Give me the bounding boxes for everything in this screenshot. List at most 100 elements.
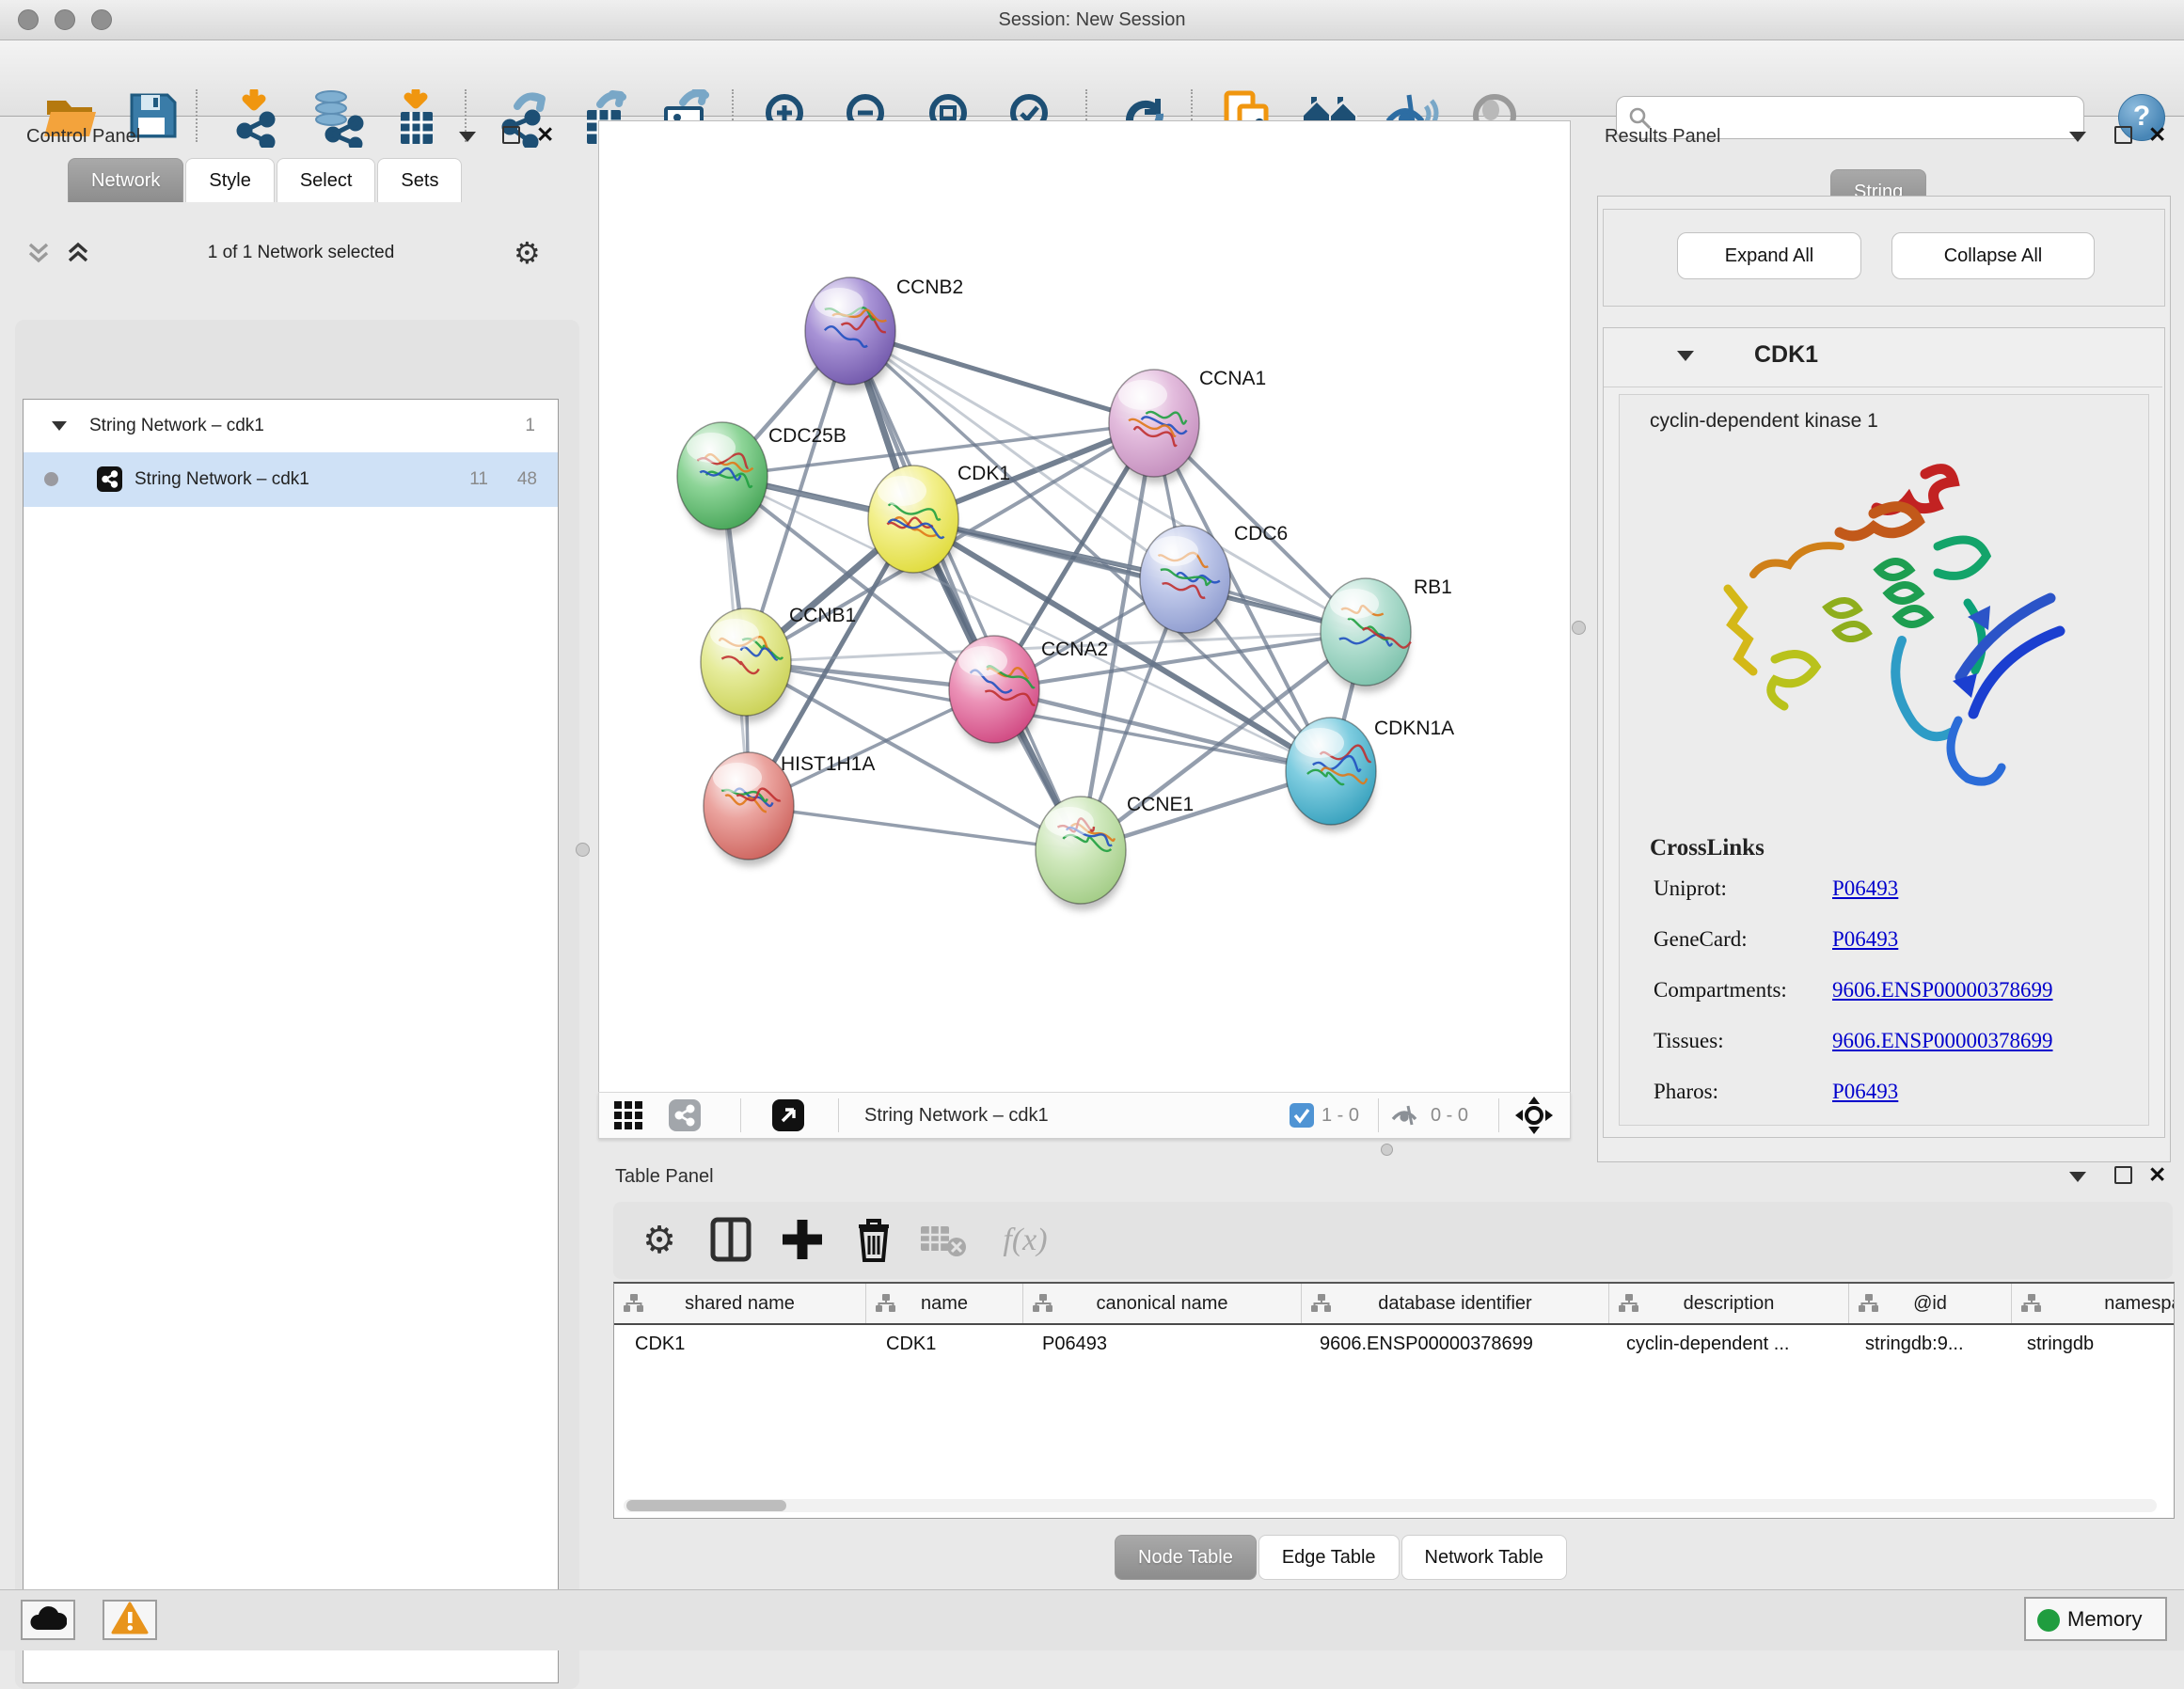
crosslink-label: Pharos: [1654, 1080, 1718, 1104]
column-header-description[interactable]: description [1609, 1284, 1849, 1323]
network-node-CCNB2[interactable]: CCNB2 [805, 276, 963, 391]
gene-header[interactable]: CDK1 [1604, 328, 2162, 387]
table-panel-float-icon[interactable] [2114, 1166, 2132, 1184]
table-panel-close-icon[interactable]: ✕ [2148, 1165, 2166, 1184]
network-node-CDC25B[interactable]: CDC25B [677, 422, 847, 536]
crosslink-link[interactable]: P06493 [1832, 1080, 1898, 1104]
table-cell[interactable]: CDK1 [614, 1325, 865, 1363]
tab-network[interactable]: Network [68, 158, 183, 202]
birds-eye-grid-icon[interactable] [614, 1101, 644, 1129]
network-node-CCNA1[interactable]: CCNA1 [1109, 368, 1266, 483]
hidden-eye-slash-icon [1391, 1104, 1421, 1127]
bottom-splitter-handle[interactable] [1381, 1144, 1393, 1156]
crosslink-link[interactable]: 9606.ENSP00000378699 [1832, 978, 2053, 1002]
network-node-CDKN1A[interactable]: CDKN1A [1286, 718, 1454, 831]
network-node-HIST1H1A[interactable]: HIST1H1A [704, 752, 875, 866]
network-row-selected[interactable]: String Network – cdk1 11 48 [24, 452, 558, 507]
crosslink-link[interactable]: P06493 [1832, 876, 1898, 901]
delete-table-button[interactable] [916, 1213, 971, 1268]
expand-all-chevrons-icon[interactable] [66, 241, 90, 265]
show-columns-button[interactable] [704, 1213, 758, 1268]
nav-separator [1498, 1098, 1499, 1132]
node-table[interactable]: shared namenamecanonical namedatabase id… [613, 1282, 2175, 1519]
expand-all-button[interactable]: Expand All [1677, 232, 1861, 279]
tab-select[interactable]: Select [277, 158, 376, 202]
table-options-button[interactable]: ⚙ [632, 1213, 687, 1268]
crosslink-link[interactable]: 9606.ENSP00000378699 [1832, 1029, 2053, 1053]
string-network-icon [97, 466, 122, 492]
crosslink-row: Compartments:9606.ENSP00000378699 [1620, 978, 2146, 1029]
table-cell[interactable]: stringdb:9... [1844, 1325, 2006, 1363]
table-panel-collapse-icon[interactable] [2069, 1172, 2086, 1182]
column-header-name[interactable]: name [866, 1284, 1023, 1323]
table-row[interactable]: CDK1CDK1P064939606.ENSP00000378699cyclin… [614, 1325, 2175, 1363]
table-cell[interactable]: 9606.ENSP00000378699 [1299, 1325, 1606, 1363]
title-bar: Session: New Session [0, 0, 2184, 40]
crosslink-link[interactable]: P06493 [1832, 927, 1898, 952]
function-builder-button[interactable]: f(x) [986, 1213, 1065, 1268]
fit-content-crosshair-icon[interactable] [1515, 1097, 1553, 1134]
table-cell[interactable]: cyclin-dependent ... [1606, 1325, 1844, 1363]
crosslink-row: Pharos: P06493 [1620, 1080, 2146, 1130]
table-cell[interactable]: CDK1 [865, 1325, 1021, 1363]
tab-sets[interactable]: Sets [377, 158, 462, 202]
cloud-status-button[interactable] [21, 1600, 75, 1640]
network-overview-icon[interactable] [669, 1099, 701, 1131]
node-label: CCNB2 [896, 276, 963, 298]
column-header-namespace[interactable]: namespace [2012, 1284, 2175, 1323]
gear-icon: ⚙ [642, 1219, 676, 1262]
table-cell[interactable]: stringdb [2006, 1325, 2175, 1363]
network-node-CDC6[interactable]: CDC6 [1140, 523, 1288, 639]
network-node-CCNE1[interactable]: CCNE1 [1036, 794, 1194, 910]
tab-edge-table[interactable]: Edge Table [1258, 1535, 1400, 1580]
gene-section: CDK1 cyclin-dependent kinase 1 [1603, 327, 2165, 1138]
columns-icon [709, 1216, 752, 1263]
memory-button[interactable]: Memory [2024, 1597, 2167, 1641]
column-type-icon [1619, 1294, 1639, 1313]
left-splitter-handle[interactable] [576, 843, 590, 857]
table-cell[interactable]: P06493 [1021, 1325, 1299, 1363]
table-horizontal-scrollbar[interactable] [624, 1499, 2157, 1512]
collapse-all-button[interactable]: Collapse All [1891, 232, 2095, 279]
collapse-all-chevrons-icon[interactable] [26, 241, 51, 265]
gene-collapse-icon[interactable] [1677, 351, 1694, 361]
create-column-button[interactable] [775, 1213, 830, 1268]
network-options-gear-icon[interactable]: ⚙ [514, 235, 541, 271]
column-header-shared-name[interactable]: shared name [614, 1284, 866, 1323]
results-panel-collapse-icon[interactable] [2069, 132, 2086, 142]
warnings-button[interactable] [103, 1600, 157, 1640]
protein-structure-image [1685, 457, 2081, 814]
column-header--id[interactable]: @id [1849, 1284, 2012, 1323]
tab-style[interactable]: Style [185, 158, 274, 202]
tree-expand-icon[interactable] [52, 421, 67, 431]
network-node-RB1[interactable]: RB1 [1321, 576, 1452, 692]
edge-count: 48 [517, 452, 537, 507]
right-splitter-handle[interactable] [1572, 621, 1586, 635]
results-panel-close-icon[interactable]: ✕ [2148, 125, 2166, 144]
window-close-button[interactable] [18, 9, 39, 30]
window-zoom-button[interactable] [91, 9, 112, 30]
control-panel-float-icon[interactable] [502, 126, 520, 144]
network-edge[interactable] [850, 331, 1081, 850]
open-in-new-window-icon[interactable] [772, 1099, 804, 1131]
results-panel-float-icon[interactable] [2114, 126, 2132, 144]
network-graph: CCNB2CCNA1CDC25BCDK1CDC6RB1CCNB1CCNA2CDK… [599, 121, 1570, 1092]
main-toolbar: ? [0, 40, 2184, 117]
delete-column-button[interactable] [847, 1213, 901, 1268]
selected-checkbox-icon[interactable] [1290, 1103, 1314, 1128]
column-header-database-identifier[interactable]: database identifier [1302, 1284, 1609, 1323]
tab-node-table[interactable]: Node Table [1115, 1535, 1257, 1580]
tab-network-table[interactable]: Network Table [1401, 1535, 1567, 1580]
network-canvas[interactable]: CCNB2CCNA1CDC25BCDK1CDC6RB1CCNB1CCNA2CDK… [598, 120, 1571, 1093]
network-edge[interactable] [850, 331, 1154, 423]
node-label: CDKN1A [1374, 718, 1454, 739]
network-edge[interactable] [749, 806, 1081, 850]
control-panel-collapse-icon[interactable] [459, 132, 476, 142]
current-network-title: String Network – cdk1 [864, 1093, 1049, 1138]
control-panel-close-icon[interactable]: ✕ [536, 125, 554, 144]
column-header-canonical-name[interactable]: canonical name [1023, 1284, 1302, 1323]
scrollbar-thumb[interactable] [626, 1500, 786, 1511]
node-label: CCNA2 [1041, 639, 1108, 660]
window-minimize-button[interactable] [55, 9, 75, 30]
network-collection-row[interactable]: String Network – cdk1 1 [24, 400, 558, 452]
